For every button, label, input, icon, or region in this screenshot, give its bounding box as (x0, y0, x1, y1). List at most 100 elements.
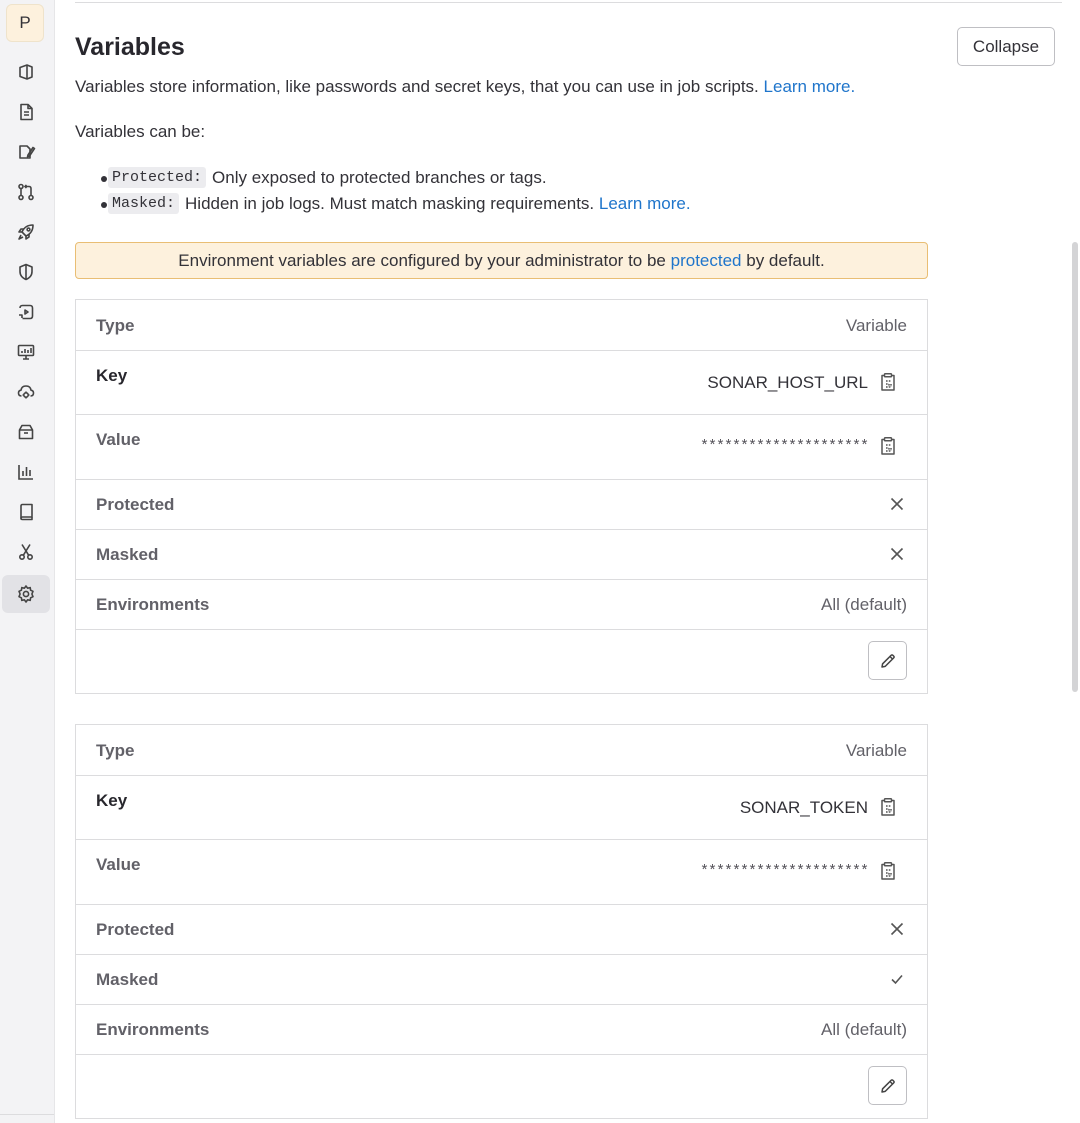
type-label: Type (96, 741, 135, 760)
sidebar-item-snippets[interactable] (2, 533, 50, 571)
protected-label: Protected (96, 495, 175, 514)
key-row: Key SONAR_HOST_URL (76, 350, 927, 415)
copy-icon[interactable] (879, 436, 897, 456)
edit-variable-button[interactable] (868, 1066, 907, 1105)
masking-learn-more-link[interactable]: Learn more. (599, 194, 691, 214)
check-icon (891, 974, 903, 985)
key-row: Key SONAR_TOKEN (76, 775, 927, 840)
environments-label: Environments (96, 1020, 210, 1039)
environments-value: All (default) (821, 1020, 907, 1039)
protected-code: Protected: (108, 167, 207, 188)
masked-row: Masked (76, 529, 927, 580)
value-row: Value ********************* (76, 839, 927, 905)
protected-label: Protected (96, 920, 175, 939)
issue-board-icon (19, 145, 36, 159)
masked-code: Masked: (108, 193, 180, 214)
environments-label: Environments (96, 595, 210, 614)
monitor-icon (17, 344, 35, 360)
masked-label: Masked (96, 545, 159, 564)
alert-text-before: Environment variables are configured by … (178, 250, 666, 270)
environments-row: Environments All (default) (76, 1004, 927, 1055)
actions-row (76, 629, 927, 693)
value-row: Value ********************* (76, 414, 927, 480)
snippets-scissors-icon (18, 544, 34, 561)
collapse-button[interactable]: Collapse (957, 27, 1055, 66)
can-be-label: Variables can be: (75, 122, 206, 141)
page-scrollbar[interactable] (1072, 242, 1078, 692)
issues-icon (20, 103, 33, 121)
masked-description: Hidden in job logs. Must match masking r… (185, 193, 595, 213)
sidebar-item-security[interactable] (2, 253, 50, 291)
key-label: Key (96, 366, 128, 385)
close-icon (890, 547, 904, 561)
environments-row: Environments All (default) (76, 579, 927, 630)
environments-value: All (default) (821, 595, 907, 614)
settings-gear-icon (18, 585, 34, 603)
copy-icon[interactable] (879, 861, 897, 881)
sidebar-item-analytics[interactable] (2, 453, 50, 491)
section-title: Variables (75, 33, 185, 61)
close-icon (890, 922, 904, 936)
type-row: Type Variable (76, 725, 927, 776)
sidebar-item-merge-requests[interactable] (2, 173, 50, 211)
sidebar-item-operate[interactable] (2, 293, 50, 331)
sidebar-item-project[interactable] (2, 53, 50, 91)
value-label: Value (96, 855, 141, 874)
pencil-icon (880, 1078, 895, 1093)
protected-link[interactable]: protected (671, 251, 742, 271)
actions-row (76, 1054, 927, 1118)
copy-icon[interactable] (879, 797, 897, 817)
project-avatar[interactable]: P (6, 4, 44, 42)
masked-label: Masked (96, 970, 159, 989)
close-icon (890, 497, 904, 511)
type-label: Type (96, 316, 135, 335)
edit-variable-button[interactable] (868, 641, 907, 680)
sidebar-item-settings[interactable] (2, 575, 50, 613)
wiki-book-icon (20, 503, 33, 521)
sidebar-item-deploy[interactable] (2, 213, 50, 251)
pencil-icon (880, 653, 895, 668)
learn-more-link[interactable]: Learn more. (764, 77, 856, 96)
key-label: Key (96, 791, 128, 810)
description-text: Variables store information, like passwo… (75, 77, 759, 96)
value-label: Value (96, 430, 141, 449)
bullet-protected: Protected: Only exposed to protected bra… (101, 167, 547, 188)
masked-value: ********************* (699, 863, 869, 880)
package-icon (18, 424, 34, 440)
copy-icon[interactable] (879, 372, 897, 392)
key-value: SONAR_HOST_URL (707, 373, 868, 392)
variable-card: Type Variable Key SONAR_TOKEN Value ****… (75, 724, 928, 1119)
protected-alert: Environment variables are configured by … (75, 242, 928, 279)
bullet-dot (101, 176, 107, 182)
merge-request-icon (18, 183, 34, 201)
project-avatar-letter: P (19, 13, 31, 32)
protected-row: Protected (76, 479, 927, 530)
type-value: Variable (845, 741, 907, 760)
project-sidebar: P (0, 0, 55, 1123)
protected-row: Protected (76, 904, 927, 955)
sidebar-divider (0, 1114, 54, 1115)
type-row: Type Variable (76, 300, 927, 351)
section-description: Variables store information, like passwo… (75, 77, 855, 97)
shield-icon (19, 263, 33, 281)
masked-value: ********************* (699, 438, 869, 455)
key-value: SONAR_TOKEN (739, 798, 868, 817)
bullet-masked: Masked: Hidden in job logs. Must match m… (101, 193, 691, 214)
sidebar-item-boards[interactable] (2, 133, 50, 171)
rocket-icon (18, 224, 34, 240)
sidebar-item-wiki[interactable] (2, 493, 50, 531)
project-overview-icon (19, 64, 33, 80)
protected-description: Only exposed to protected branches or ta… (212, 167, 547, 187)
analytics-icon (18, 465, 33, 480)
type-value: Variable (845, 316, 907, 335)
deployments-icon (19, 304, 34, 320)
cloud-gear-icon (17, 385, 35, 399)
sidebar-item-infrastructure[interactable] (2, 373, 50, 411)
section-divider (75, 2, 1062, 3)
bullet-dot (101, 202, 107, 208)
variable-card: Type Variable Key SONAR_HOST_URL Value *… (75, 299, 928, 694)
sidebar-item-packages[interactable] (2, 413, 50, 451)
sidebar-item-issues[interactable] (2, 93, 50, 131)
sidebar-item-monitor[interactable] (2, 333, 50, 371)
masked-row: Masked (76, 954, 927, 1005)
